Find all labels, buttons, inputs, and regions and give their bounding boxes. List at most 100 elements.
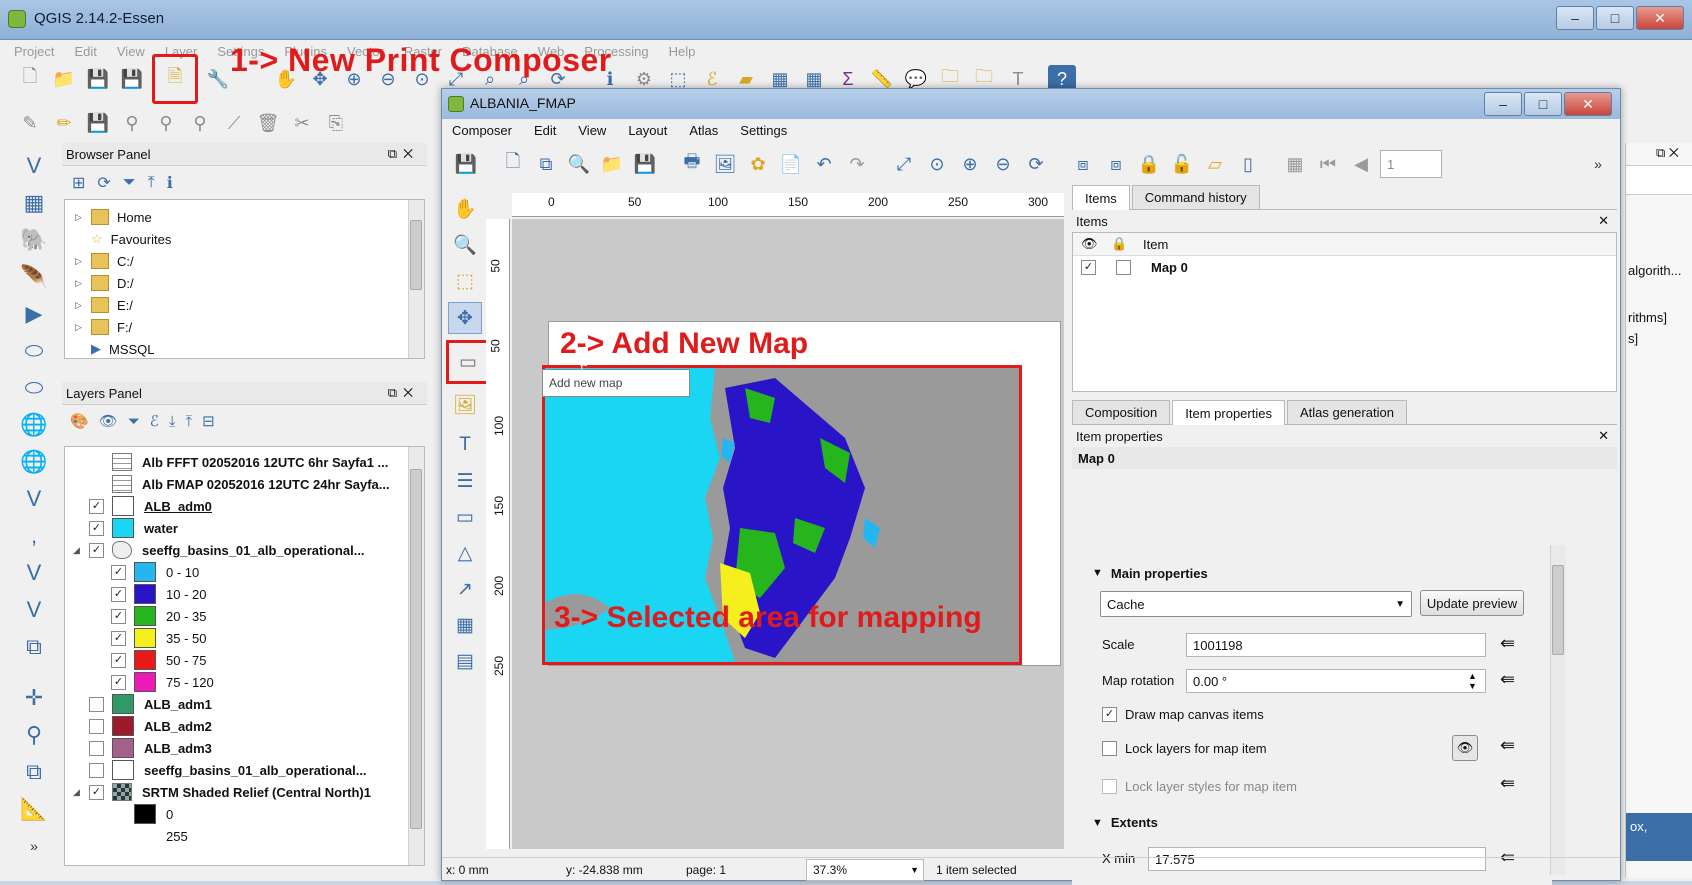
- modify-attributes-icon[interactable]: ⟋: [220, 109, 248, 137]
- scroll-thumb[interactable]: [410, 469, 422, 829]
- layer-row[interactable]: ✓ ALB_adm0: [73, 495, 424, 517]
- toolbox-search[interactable]: [1626, 165, 1692, 195]
- new-project-icon[interactable]: 🗋: [16, 65, 44, 93]
- layer-visibility-checkbox[interactable]: ✓: [111, 630, 126, 646]
- item-row[interactable]: ✓ Map 0: [1073, 256, 1616, 278]
- zoom-tool-icon[interactable]: 🔍: [449, 230, 481, 260]
- tab-atlas-generation[interactable]: Atlas generation: [1286, 400, 1407, 424]
- collapse-all-icon[interactable]: ⤒: [185, 413, 192, 430]
- add-mssql-layer-icon[interactable]: ▶: [17, 298, 51, 330]
- add-virtual-layer-icon[interactable]: ✛: [17, 682, 51, 714]
- data-defined-override-icon[interactable]: ⇚: [1500, 633, 1515, 654]
- move-feature-icon[interactable]: ⚲: [152, 109, 180, 137]
- panel-float-close-icon[interactable]: ⧉✕: [388, 385, 419, 401]
- add-image-icon[interactable]: 🖼: [449, 390, 481, 420]
- panel-float-close-icon[interactable]: ⧉✕: [388, 146, 419, 162]
- scroll-thumb[interactable]: [410, 220, 422, 290]
- layer-row[interactable]: Alb FMAP 02052016 12UTC 24hr Sayfa...: [73, 473, 424, 495]
- tab-items[interactable]: Items: [1072, 185, 1130, 210]
- add-shape-icon[interactable]: △: [449, 538, 481, 568]
- add-vector-layer-icon[interactable]: V: [17, 150, 51, 182]
- extents-header[interactable]: ▼ Extents: [1092, 815, 1158, 830]
- add-label-icon[interactable]: T: [449, 430, 481, 460]
- layer-row[interactable]: ✓ 50 - 75: [73, 649, 424, 671]
- toggle-editing-icon[interactable]: ✏: [50, 109, 78, 137]
- layers-scrollbar[interactable]: [408, 447, 424, 865]
- pan-layout-icon[interactable]: ✋: [449, 194, 481, 224]
- add-spatialite-layer-icon[interactable]: 🪶: [17, 261, 51, 293]
- lock-layers-row[interactable]: Lock layers for map item: [1102, 737, 1267, 759]
- layer-row[interactable]: ALB_adm3: [73, 737, 424, 759]
- new-spatialite-layer-icon[interactable]: V: [17, 594, 51, 626]
- expand-arrow-icon[interactable]: ◢: [73, 545, 83, 556]
- export-pdf-icon[interactable]: 📄: [777, 150, 805, 178]
- zoom-full-icon[interactable]: ⤢: [890, 150, 918, 178]
- layer-visibility-checkbox[interactable]: [89, 740, 104, 756]
- cut-features-icon[interactable]: ✂: [288, 109, 316, 137]
- panel-float-close-icon[interactable]: ⧉ ✕: [1656, 145, 1679, 161]
- save-template-icon[interactable]: 💾: [631, 150, 659, 178]
- group-items-icon[interactable]: ⧈: [1069, 150, 1097, 178]
- expand-arrow-icon[interactable]: ▷: [75, 212, 85, 223]
- current-edits-icon[interactable]: ✎: [16, 109, 44, 137]
- tab-composition[interactable]: Composition: [1072, 400, 1171, 424]
- add-scalebar-icon[interactable]: ▭: [449, 502, 481, 532]
- save-project-icon[interactable]: 💾: [452, 150, 480, 178]
- close-button[interactable]: ✕: [1636, 6, 1684, 30]
- atlas-page-input[interactable]: 1: [1380, 150, 1442, 178]
- new-print-composer-icon[interactable]: 🗎: [152, 54, 198, 104]
- ungroup-items-icon[interactable]: ⧈: [1102, 150, 1130, 178]
- add-raster-layer-icon[interactable]: ▦: [17, 187, 51, 219]
- new-gpx-layer-icon[interactable]: ⧉: [17, 631, 51, 663]
- preview-mode-select[interactable]: Cache ▼: [1100, 591, 1412, 617]
- layer-visibility-checkbox[interactable]: ✓: [111, 674, 126, 690]
- properties-scrollbar[interactable]: [1550, 545, 1566, 875]
- duplicate-composer-icon[interactable]: ⧉: [532, 150, 560, 178]
- expand-toolbar-icon[interactable]: »: [17, 830, 51, 862]
- data-defined-override-icon[interactable]: ⇚: [1500, 669, 1515, 690]
- spinner-icon[interactable]: ▲ ▼: [1468, 671, 1477, 691]
- lock-layers-checkbox[interactable]: [1102, 740, 1117, 756]
- new-composer-icon[interactable]: 🗋: [499, 150, 527, 178]
- rotation-input[interactable]: 0.00 °: [1186, 669, 1486, 693]
- lock-styles-row[interactable]: Lock layer styles for map item: [1102, 775, 1297, 797]
- composer-canvas[interactable]: Add new map: [512, 219, 1064, 849]
- layer-row[interactable]: seeffg_basins_01_alb_operational...: [73, 759, 424, 781]
- browser-item-d[interactable]: ▷ D:/: [75, 272, 424, 294]
- gps-icon[interactable]: ⚲: [17, 719, 51, 751]
- menu-edit[interactable]: Edit: [534, 123, 556, 138]
- expand-arrow-icon[interactable]: ▷: [75, 278, 85, 289]
- styling-icon[interactable]: 🎨: [70, 412, 89, 430]
- add-wcs-layer-icon[interactable]: 🌐: [17, 446, 51, 478]
- add-db2-layer-icon[interactable]: ⬭: [17, 372, 51, 404]
- align-items-icon[interactable]: ▯: [1234, 150, 1262, 178]
- move-item-content-icon[interactable]: ✥: [448, 302, 482, 334]
- node-tool-icon[interactable]: ⚲: [186, 109, 214, 137]
- add-arrow-icon[interactable]: ↗: [449, 574, 481, 604]
- collapse-all-icon[interactable]: ⤒: [148, 174, 155, 192]
- layer-visibility-checkbox[interactable]: [89, 762, 104, 778]
- browser-item-e[interactable]: ▷ E:/: [75, 294, 424, 316]
- layer-row[interactable]: 255: [73, 825, 424, 847]
- add-attribute-table-icon[interactable]: ▦: [449, 610, 481, 640]
- layer-visibility-checkbox[interactable]: ✓: [89, 784, 104, 800]
- layer-visibility-checkbox[interactable]: ✓: [111, 564, 126, 580]
- browser-scrollbar[interactable]: [408, 200, 424, 358]
- close-icon[interactable]: ✕: [1598, 213, 1609, 229]
- composer-manager-icon[interactable]: 🔍: [565, 150, 593, 178]
- expand-arrow-icon[interactable]: ▷: [75, 300, 85, 311]
- add-oracle-layer-icon[interactable]: ⬭: [17, 335, 51, 367]
- browser-item-c[interactable]: ▷ C:/: [75, 250, 424, 272]
- browser-item-home[interactable]: ▷ Home: [75, 206, 424, 228]
- new-shapefile-layer-icon[interactable]: V: [17, 557, 51, 589]
- menu-layout[interactable]: Layout: [628, 123, 667, 138]
- export-svg-icon[interactable]: ✿: [744, 150, 772, 178]
- save-as-icon[interactable]: 💾: [118, 65, 146, 93]
- tab-item-properties[interactable]: Item properties: [1172, 400, 1285, 425]
- unlock-items-icon[interactable]: 🔓: [1168, 150, 1196, 178]
- visibility-icon[interactable]: 👁: [99, 412, 118, 430]
- load-template-icon[interactable]: 📁: [598, 150, 626, 178]
- export-image-icon[interactable]: 🖼: [711, 150, 739, 178]
- add-legend-icon[interactable]: ☰: [449, 466, 481, 496]
- menu-settings[interactable]: Settings: [740, 123, 787, 138]
